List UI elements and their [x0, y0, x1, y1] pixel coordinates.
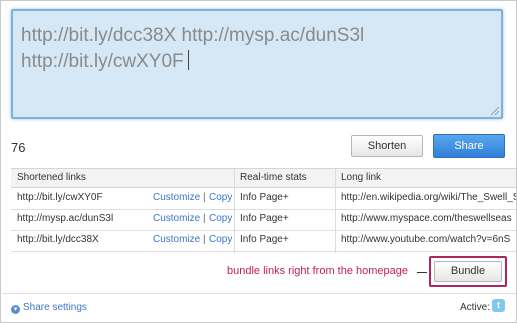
long-link: http://en.wikipedia.org/wiki/The_Swell_S: [341, 192, 516, 203]
info-page-link[interactable]: Info Page+: [240, 213, 289, 224]
bundle-button[interactable]: Bundle: [434, 261, 502, 282]
copy-link[interactable]: Copy: [209, 234, 232, 245]
shorten-button[interactable]: Shorten: [351, 135, 423, 157]
table-row: http://bit.ly/dcc38X Customize | Copy In…: [11, 230, 516, 252]
twitter-icon[interactable]: t: [492, 299, 505, 312]
annotation-pointer-line: [417, 272, 427, 273]
share-settings-icon: ▾: [11, 305, 20, 314]
active-label: Active:: [460, 302, 491, 313]
copy-link[interactable]: Copy: [209, 213, 232, 224]
bundle-annotation: bundle links right from the homepage: [227, 265, 408, 277]
long-link: http://www.youtube.com/watch?v=6nS: [341, 234, 511, 245]
link-composer-textarea[interactable]: http://bit.ly/dcc38X http://mysp.ac/dunS…: [11, 9, 503, 119]
share-settings-link[interactable]: ▾ Share settings: [11, 302, 87, 314]
header-shortened-links: Shortened links: [17, 172, 86, 183]
customize-link[interactable]: Customize: [153, 192, 200, 203]
table-header: Shortened links Real-time stats Long lin…: [11, 169, 516, 188]
composer-line-2: http://bit.ly/cwXY0F: [21, 49, 493, 75]
copy-link[interactable]: Copy: [209, 192, 232, 203]
short-link[interactable]: http://bit.ly/cwXY0F: [17, 192, 103, 203]
character-counter: 76: [11, 140, 26, 155]
table-row: http://mysp.ac/dunS3l Customize | Copy I…: [11, 209, 516, 231]
link-separator: |: [203, 234, 206, 245]
resize-handle[interactable]: [491, 107, 499, 115]
share-widget: http://bit.ly/dcc38X http://mysp.ac/dunS…: [0, 0, 517, 323]
info-page-link[interactable]: Info Page+: [240, 192, 289, 203]
long-link: http://www.myspace.com/theswellseas: [341, 213, 512, 224]
link-separator: |: [203, 192, 206, 203]
footer-divider: [2, 293, 516, 294]
share-settings-label: Share settings: [23, 302, 87, 313]
short-link[interactable]: http://bit.ly/dcc38X: [17, 234, 99, 245]
share-button[interactable]: Share: [433, 134, 505, 158]
table-row: http://bit.ly/cwXY0F Customize | Copy In…: [11, 188, 516, 210]
short-link[interactable]: http://mysp.ac/dunS3l: [17, 213, 113, 224]
text-caret: [187, 50, 189, 70]
header-long-link: Long link: [341, 172, 382, 183]
composer-line-2-text: http://bit.ly/cwXY0F: [21, 51, 184, 72]
info-page-link[interactable]: Info Page+: [240, 234, 289, 245]
link-separator: |: [203, 213, 206, 224]
shortened-links-table: Shortened links Real-time stats Long lin…: [11, 168, 516, 253]
customize-link[interactable]: Customize: [153, 213, 200, 224]
customize-link[interactable]: Customize: [153, 234, 200, 245]
header-real-time-stats: Real-time stats: [240, 172, 307, 183]
composer-line-1: http://bit.ly/dcc38X http://mysp.ac/dunS…: [21, 25, 365, 46]
